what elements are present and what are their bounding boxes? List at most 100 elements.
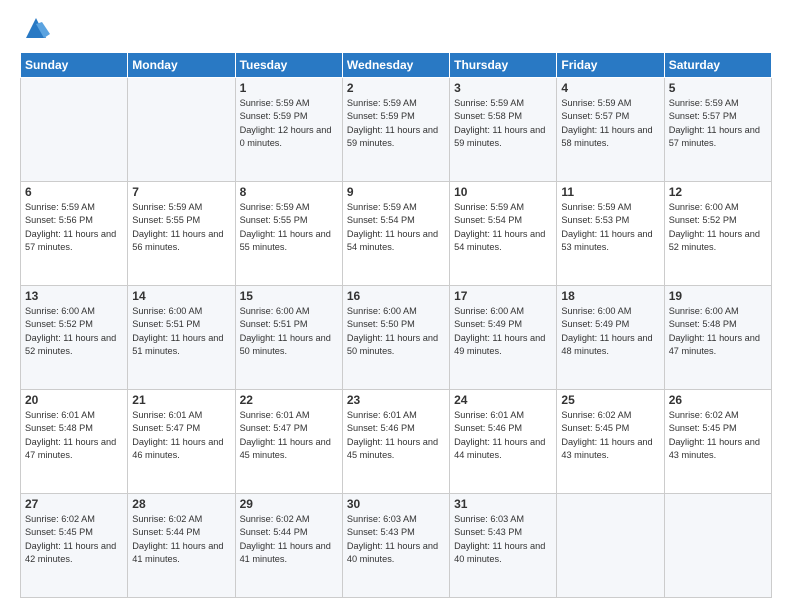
day-info: Sunrise: 5:59 AM Sunset: 5:58 PM Dayligh… [454, 97, 552, 150]
empty-cell [557, 494, 664, 598]
calendar-day-25: 25Sunrise: 6:02 AM Sunset: 5:45 PM Dayli… [557, 390, 664, 494]
day-info: Sunrise: 6:02 AM Sunset: 5:45 PM Dayligh… [25, 513, 123, 566]
calendar-day-22: 22 Sunrise: 6:01 AM Sunset: 5:47 PM Dayli… [235, 390, 342, 494]
day-info: Sunrise: 5:59 AM Sunset: 5:59 PM Dayligh… [240, 97, 338, 150]
calendar-week-2: 6 Sunrise: 5:59 AM Sunset: 5:56 PM Daylig… [21, 182, 772, 286]
day-number: 6 [25, 185, 123, 199]
day-info: Sunrise: 6:00 AM Sunset: 5:51 PM Dayligh… [240, 305, 338, 358]
empty-cell [21, 78, 128, 182]
day-info: Sunrise: 5:59 AM Sunset: 5:55 PM Dayligh… [132, 201, 230, 254]
day-number: 8 [240, 185, 338, 199]
calendar-day-7: 7Sunrise: 5:59 AM Sunset: 5:55 PM Daylig… [128, 182, 235, 286]
day-info: Sunrise: 6:02 AM Sunset: 5:45 PM Dayligh… [669, 409, 767, 462]
day-number: 2 [347, 81, 445, 95]
calendar-week-1: 1 Sunrise: 5:59 AM Sunset: 5:59 PM Daylig… [21, 78, 772, 182]
day-info: Sunrise: 6:01 AM Sunset: 5:47 PM Dayligh… [240, 409, 338, 462]
day-number: 19 [669, 289, 767, 303]
day-number: 3 [454, 81, 552, 95]
day-info: Sunrise: 6:01 AM Sunset: 5:47 PM Dayligh… [132, 409, 230, 462]
day-info: Sunrise: 6:02 AM Sunset: 5:44 PM Dayligh… [132, 513, 230, 566]
calendar-day-20: 20Sunrise: 6:01 AM Sunset: 5:48 PM Dayli… [21, 390, 128, 494]
day-info: Sunrise: 6:00 AM Sunset: 5:52 PM Dayligh… [25, 305, 123, 358]
day-info: Sunrise: 6:00 AM Sunset: 5:49 PM Dayligh… [454, 305, 552, 358]
page: SundayMondayTuesdayWednesdayThursdayFrid… [0, 0, 792, 612]
day-number: 12 [669, 185, 767, 199]
day-number: 26 [669, 393, 767, 407]
day-number: 22 [240, 393, 338, 407]
calendar-day-28: 28 Sunrise: 6:02 AM Sunset: 5:44 PM Dayli… [128, 494, 235, 598]
day-info: Sunrise: 5:59 AM Sunset: 5:56 PM Dayligh… [25, 201, 123, 254]
col-header-monday: Monday [128, 53, 235, 78]
day-info: Sunrise: 5:59 AM Sunset: 5:54 PM Dayligh… [347, 201, 445, 254]
calendar-day-8: 8 Sunrise: 5:59 AM Sunset: 5:55 PM Daylig… [235, 182, 342, 286]
day-info: Sunrise: 6:01 AM Sunset: 5:46 PM Dayligh… [454, 409, 552, 462]
day-info: Sunrise: 5:59 AM Sunset: 5:57 PM Dayligh… [669, 97, 767, 150]
day-number: 1 [240, 81, 338, 95]
calendar-day-18: 18 Sunrise: 6:00 AM Sunset: 5:49 PM Dayli… [557, 286, 664, 390]
calendar-table: SundayMondayTuesdayWednesdayThursdayFrid… [20, 52, 772, 598]
day-number: 14 [132, 289, 230, 303]
day-info: Sunrise: 5:59 AM Sunset: 5:53 PM Dayligh… [561, 201, 659, 254]
day-number: 29 [240, 497, 338, 511]
calendar-day-13: 13 Sunrise: 6:00 AM Sunset: 5:52 PM Dayli… [21, 286, 128, 390]
day-number: 18 [561, 289, 659, 303]
empty-cell [128, 78, 235, 182]
empty-cell [664, 494, 771, 598]
calendar-day-21: 21 Sunrise: 6:01 AM Sunset: 5:47 PM Dayli… [128, 390, 235, 494]
day-number: 30 [347, 497, 445, 511]
day-number: 28 [132, 497, 230, 511]
day-number: 16 [347, 289, 445, 303]
day-number: 31 [454, 497, 552, 511]
calendar-week-5: 27 Sunrise: 6:02 AM Sunset: 5:45 PM Dayli… [21, 494, 772, 598]
col-header-saturday: Saturday [664, 53, 771, 78]
day-number: 25 [561, 393, 659, 407]
day-number: 24 [454, 393, 552, 407]
calendar-day-5: 5 Sunrise: 5:59 AM Sunset: 5:57 PM Daylig… [664, 78, 771, 182]
day-number: 21 [132, 393, 230, 407]
calendar-day-30: 30Sunrise: 6:03 AM Sunset: 5:43 PM Dayli… [342, 494, 449, 598]
col-header-wednesday: Wednesday [342, 53, 449, 78]
calendar-week-3: 13 Sunrise: 6:00 AM Sunset: 5:52 PM Dayli… [21, 286, 772, 390]
calendar-day-1: 1 Sunrise: 5:59 AM Sunset: 5:59 PM Daylig… [235, 78, 342, 182]
day-info: Sunrise: 6:00 AM Sunset: 5:49 PM Dayligh… [561, 305, 659, 358]
calendar-day-2: 2 Sunrise: 5:59 AM Sunset: 5:59 PM Daylig… [342, 78, 449, 182]
day-info: Sunrise: 6:00 AM Sunset: 5:52 PM Dayligh… [669, 201, 767, 254]
day-number: 23 [347, 393, 445, 407]
day-number: 13 [25, 289, 123, 303]
col-header-tuesday: Tuesday [235, 53, 342, 78]
day-number: 17 [454, 289, 552, 303]
calendar-day-19: 19 Sunrise: 6:00 AM Sunset: 5:48 PM Dayli… [664, 286, 771, 390]
day-info: Sunrise: 6:01 AM Sunset: 5:48 PM Dayligh… [25, 409, 123, 462]
day-number: 11 [561, 185, 659, 199]
calendar-day-31: 31 Sunrise: 6:03 AM Sunset: 5:43 PM Dayli… [450, 494, 557, 598]
day-number: 10 [454, 185, 552, 199]
calendar-day-24: 24 Sunrise: 6:01 AM Sunset: 5:46 PM Dayli… [450, 390, 557, 494]
calendar-day-11: 11 Sunrise: 5:59 AM Sunset: 5:53 PM Dayli… [557, 182, 664, 286]
day-number: 9 [347, 185, 445, 199]
col-header-friday: Friday [557, 53, 664, 78]
calendar-day-16: 16 Sunrise: 6:00 AM Sunset: 5:50 PM Dayli… [342, 286, 449, 390]
logo-icon [22, 14, 50, 42]
day-info: Sunrise: 6:00 AM Sunset: 5:48 PM Dayligh… [669, 305, 767, 358]
day-info: Sunrise: 6:03 AM Sunset: 5:43 PM Dayligh… [454, 513, 552, 566]
day-info: Sunrise: 6:00 AM Sunset: 5:51 PM Dayligh… [132, 305, 230, 358]
calendar-day-14: 14 Sunrise: 6:00 AM Sunset: 5:51 PM Dayli… [128, 286, 235, 390]
calendar-day-6: 6 Sunrise: 5:59 AM Sunset: 5:56 PM Daylig… [21, 182, 128, 286]
day-number: 27 [25, 497, 123, 511]
calendar-day-15: 15 Sunrise: 6:00 AM Sunset: 5:51 PM Dayli… [235, 286, 342, 390]
header [20, 18, 772, 42]
day-number: 5 [669, 81, 767, 95]
day-info: Sunrise: 6:00 AM Sunset: 5:50 PM Dayligh… [347, 305, 445, 358]
calendar-day-12: 12 Sunrise: 6:00 AM Sunset: 5:52 PM Dayli… [664, 182, 771, 286]
day-info: Sunrise: 6:02 AM Sunset: 5:44 PM Dayligh… [240, 513, 338, 566]
calendar-day-29: 29 Sunrise: 6:02 AM Sunset: 5:44 PM Dayli… [235, 494, 342, 598]
day-info: Sunrise: 5:59 AM Sunset: 5:59 PM Dayligh… [347, 97, 445, 150]
day-info: Sunrise: 5:59 AM Sunset: 5:57 PM Dayligh… [561, 97, 659, 150]
calendar-day-4: 4 Sunrise: 5:59 AM Sunset: 5:57 PM Daylig… [557, 78, 664, 182]
logo [20, 18, 50, 42]
day-info: Sunrise: 5:59 AM Sunset: 5:55 PM Dayligh… [240, 201, 338, 254]
calendar-week-4: 20Sunrise: 6:01 AM Sunset: 5:48 PM Dayli… [21, 390, 772, 494]
day-number: 15 [240, 289, 338, 303]
day-number: 4 [561, 81, 659, 95]
calendar-day-17: 17 Sunrise: 6:00 AM Sunset: 5:49 PM Dayli… [450, 286, 557, 390]
